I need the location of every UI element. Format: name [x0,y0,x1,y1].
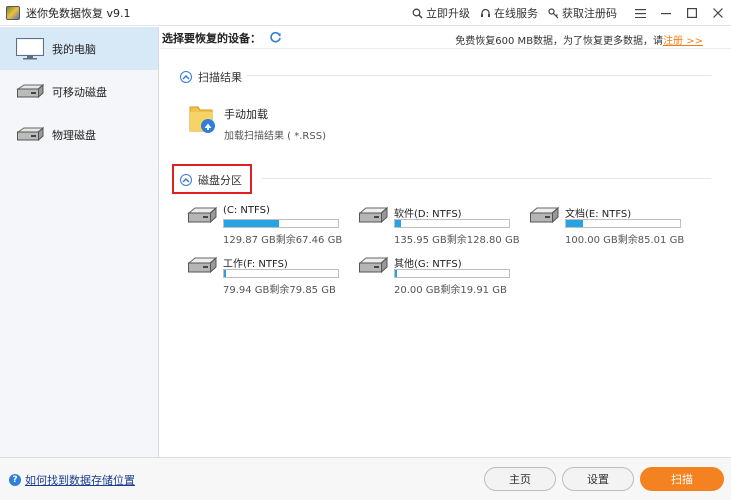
promo-message: 免费恢复600 MB数据，为了恢复更多数据，请 [455,36,664,47]
drive-name: 工作(F: NTFS) [223,259,288,270]
hamburger-icon [634,8,646,18]
online-service-link[interactable]: 在线服务 [480,5,538,21]
drive-name: 软件(D: NTFS) [394,209,462,220]
usage-bar-fill [566,220,584,227]
drive-name: 文档(E: NTFS) [565,209,632,220]
close-button[interactable] [705,0,731,26]
minimize-icon [661,13,671,15]
title-actions: 立即升级 在线服务 获取注册码 [412,0,731,26]
removable-disk-icon [16,83,44,98]
partitions-header: 磁盘分区 [180,172,242,188]
sidebar-item-label: 可移动磁盘 [52,85,107,99]
usage-bar-fill [224,270,227,277]
drive-size: 100.00 GB剩余85.01 GB [565,235,685,246]
home-button[interactable]: 主页 [484,467,556,491]
hard-drive-icon [529,206,559,224]
drive-size: 129.87 GB剩余67.46 GB [223,235,343,246]
refresh-icon[interactable] [269,31,282,44]
sidebar-item-my-computer[interactable]: 我的电脑 [0,27,158,70]
sidebar: 我的电脑 可移动磁盘 物理磁盘 [0,27,159,457]
search-icon [412,8,423,19]
usage-bar [394,219,510,228]
drive-d[interactable]: 软件(D: NTFS) 135.95 GB剩余128.80 GB [358,205,520,246]
question-icon: ? [9,474,21,486]
app-logo-icon [6,5,20,20]
monitor-icon [16,37,44,59]
headset-icon [481,8,490,17]
select-device-label: 选择要恢复的设备： [162,31,261,45]
usage-bar [223,269,339,278]
bottom-bar: ? 如何找到数据存储位置 主页 设置 扫描 [0,457,731,500]
manual-load-title: 手动加载 [224,108,268,121]
chevron-up-icon[interactable] [180,174,192,186]
usage-bar [565,219,681,228]
chevron-up-icon[interactable] [180,71,192,83]
upgrade-link[interactable]: 立即升级 [412,5,470,21]
drive-size: 79.94 GB剩余79.85 GB [223,285,336,296]
sidebar-item-removable-disk[interactable]: 可移动磁盘 [0,70,158,113]
hard-drive-icon [358,256,388,274]
get-regcode-link[interactable]: 获取注册码 [548,5,617,21]
drive-size: 20.00 GB剩余19.91 GB [394,285,507,296]
usage-bar [394,269,510,278]
maximize-icon [687,8,697,18]
usage-bar-fill [395,220,401,227]
drive-e[interactable]: 文档(E: NTFS) 100.00 GB剩余85.01 GB [529,205,684,246]
section-divider [246,75,711,76]
help-link[interactable]: ? 如何找到数据存储位置 [9,472,135,488]
sidebar-item-physical-disk[interactable]: 物理磁盘 [0,113,158,156]
maximize-button[interactable] [679,0,705,26]
title-bar: 迷你免数据恢复 v9.1 立即升级 在线服务 获取注册码 [0,0,731,26]
minimize-button[interactable] [653,0,679,26]
scan-button[interactable]: 扫描 [640,467,724,491]
help-link-label: 如何找到数据存储位置 [25,474,135,487]
manual-load-item[interactable]: 手动加载 加载扫描结果 ( *.RSS) [188,103,326,142]
key-icon [548,7,559,18]
upgrade-label: 立即升级 [426,7,470,20]
folder-load-icon [189,106,215,133]
settings-button[interactable]: 设置 [562,467,634,491]
section-divider [262,178,711,179]
online-service-label: 在线服务 [494,7,538,20]
drive-c[interactable]: (C: NTFS) 129.87 GB剩余67.46 GB [187,205,342,246]
sidebar-item-label: 我的电脑 [52,42,96,56]
drive-g[interactable]: 其他(G: NTFS) 20.00 GB剩余19.91 GB [358,255,510,296]
close-icon [713,8,723,18]
drive-name: (C: NTFS) [223,205,270,216]
partitions-title: 磁盘分区 [198,174,242,187]
menu-button[interactable] [627,0,653,26]
physical-disk-icon [16,126,44,141]
scan-results-title: 扫描结果 [198,71,242,84]
get-regcode-label: 获取注册码 [562,7,617,20]
app-title: 迷你免数据恢复 v9.1 [26,6,131,20]
drive-name: 其他(G: NTFS) [394,259,462,270]
usage-bar [223,219,339,228]
usage-bar-fill [224,220,279,227]
hard-drive-icon [187,206,217,224]
hard-drive-icon [358,206,388,224]
drive-f[interactable]: 工作(F: NTFS) 79.94 GB剩余79.85 GB [187,255,339,296]
register-link[interactable]: 注册 >> [663,36,703,47]
manual-load-desc: 加载扫描结果 ( *.RSS) [224,131,326,142]
device-select-header: 选择要恢复的设备： 免费恢复600 MB数据，为了恢复更多数据，请注册 >> [160,27,731,49]
hard-drive-icon [187,256,217,274]
scan-results-header: 扫描结果 [180,69,242,85]
usage-bar-fill [395,270,398,277]
sidebar-item-label: 物理磁盘 [52,128,96,142]
drive-size: 135.95 GB剩余128.80 GB [394,235,520,246]
promo-text: 免费恢复600 MB数据，为了恢复更多数据，请注册 >> [455,32,703,47]
